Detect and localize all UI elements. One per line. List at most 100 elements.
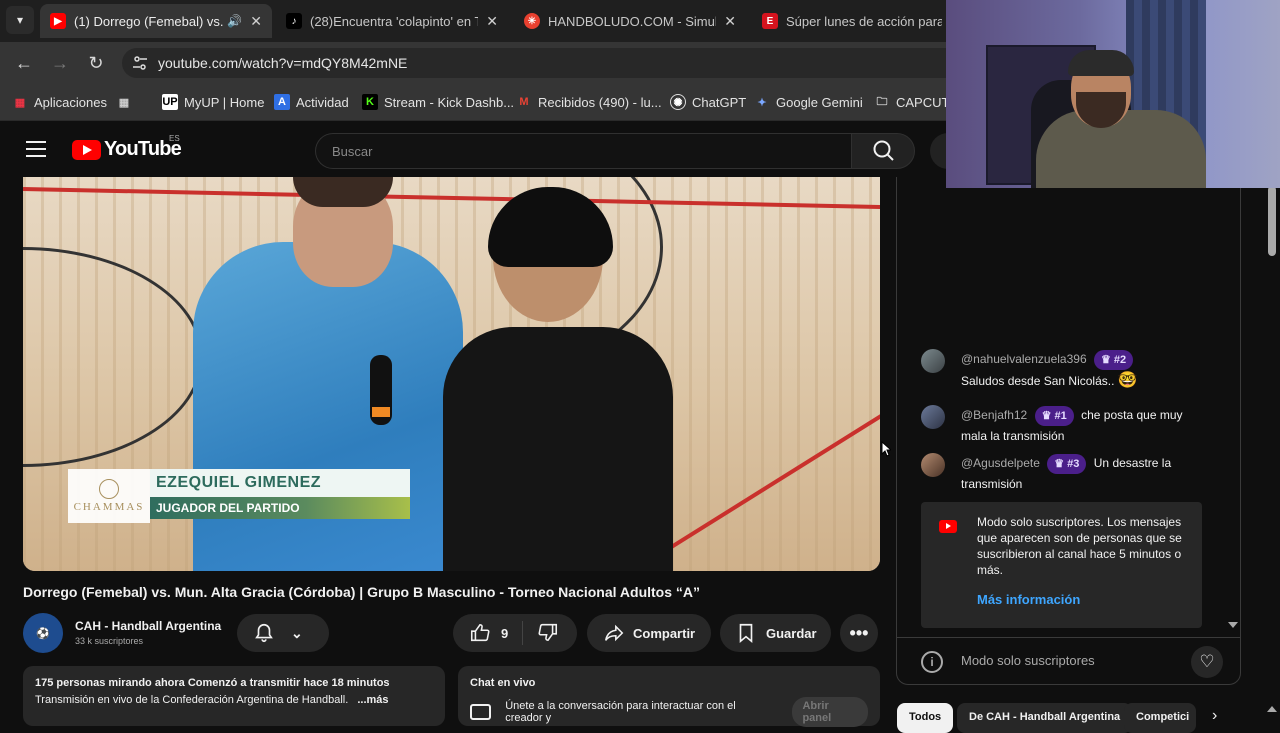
- bookmark-capcut[interactable]: 🗀 CAPCUT: [874, 93, 950, 111]
- description-more-link[interactable]: ...más: [357, 694, 388, 706]
- crown-icon: ♛: [1100, 354, 1114, 366]
- browser-tab-espn[interactable]: E Súper lunes de acción para Las: [752, 4, 952, 38]
- folder-icon: 🗀: [876, 95, 888, 108]
- chat-author[interactable]: @Agusdelpete: [961, 456, 1040, 470]
- reload-icon[interactable]: ↻: [86, 53, 106, 73]
- handboludo-icon: ✳: [524, 13, 540, 29]
- bookmark-icon: [739, 623, 753, 644]
- interviewer-body: [443, 327, 673, 571]
- gemini-icon: ✦: [757, 96, 767, 109]
- youtube-logo[interactable]: YouTube ES: [72, 134, 182, 161]
- chat-avatar[interactable]: [921, 453, 945, 477]
- speaker-icon[interactable]: 🔊: [227, 14, 242, 28]
- scroll-up-arrow[interactable]: [1267, 706, 1277, 712]
- chip-todos[interactable]: Todos: [897, 703, 954, 733]
- scroll-down-arrow[interactable]: [1228, 622, 1238, 628]
- crown-icon: ♛: [1041, 410, 1055, 422]
- espn-icon: E: [762, 13, 778, 29]
- chat-scrollbar[interactable]: [1228, 186, 1238, 636]
- share-button[interactable]: Compartir: [587, 614, 711, 652]
- dislike-button[interactable]: [537, 621, 559, 646]
- chevron-right-icon[interactable]: ›: [1212, 707, 1217, 725]
- browser-tab-tiktok[interactable]: ♪ (28)Encuentra 'colapinto' en Tik ✕: [276, 4, 508, 38]
- chat-avatar[interactable]: [921, 405, 945, 429]
- heart-icon[interactable]: ♡: [1191, 646, 1223, 678]
- search-icon: [873, 140, 894, 161]
- close-tab-icon[interactable]: ✕: [250, 13, 262, 30]
- hamburger-menu-icon[interactable]: [26, 141, 46, 157]
- url-text: youtube.com/watch?v=mdQY8M42mNE: [158, 55, 408, 71]
- forward-arrow-icon[interactable]: →: [50, 53, 70, 73]
- back-arrow-icon[interactable]: ←: [14, 53, 34, 73]
- youtube-play-icon: [72, 139, 101, 160]
- streamer-webcam-overlay: [946, 0, 1280, 188]
- close-tab-icon[interactable]: ✕: [486, 13, 498, 30]
- video-player[interactable]: CHAMMAS EZEQUIEL GIMENEZ JUGADOR DEL PAR…: [23, 177, 880, 571]
- close-tab-icon[interactable]: ✕: [724, 13, 736, 30]
- chat-author[interactable]: @Benjafh12: [961, 408, 1027, 422]
- openai-icon: ✺: [670, 94, 686, 110]
- page-scrollbar[interactable]: [1266, 186, 1278, 716]
- bookmark-gemini[interactable]: ✦ Google Gemini: [754, 93, 862, 111]
- chip-competitions[interactable]: Competici: [1124, 703, 1196, 733]
- divider: [522, 621, 524, 645]
- bookmark-grid[interactable]: ▦: [116, 93, 138, 111]
- kick-icon: K: [362, 94, 378, 110]
- channel-avatar[interactable]: ⚽: [23, 613, 63, 653]
- bell-icon: [255, 623, 273, 643]
- save-button[interactable]: Guardar: [720, 614, 831, 652]
- rank-badge: ♛ #2: [1093, 350, 1134, 370]
- activity-icon: A: [274, 94, 290, 110]
- scroll-thumb[interactable]: [1268, 186, 1276, 256]
- channel-name[interactable]: CAH - Handball Argentina: [75, 619, 221, 633]
- search-input[interactable]: Buscar: [315, 133, 851, 169]
- tiktok-icon: ♪: [286, 13, 302, 29]
- open-panel-button[interactable]: Abrir panel: [792, 697, 868, 727]
- bookmark-aplicaciones[interactable]: ▦ Aplicaciones: [12, 93, 107, 111]
- thumbs-down-icon: [538, 623, 558, 641]
- address-bar[interactable]: youtube.com/watch?v=mdQY8M42mNE: [122, 48, 1022, 78]
- nerd-emoji: 🤓: [1117, 372, 1138, 389]
- notifications-button[interactable]: ⌄: [237, 614, 329, 652]
- overlay-player-name: EZEQUIEL GIMENEZ: [150, 469, 410, 497]
- like-button[interactable]: 9: [469, 622, 508, 644]
- player-hair: [293, 177, 393, 207]
- thumbs-up-icon: [470, 623, 490, 642]
- channel-subscribers: 33 k suscriptores: [75, 636, 144, 646]
- browser-tab-youtube[interactable]: ▶ (1) Dorrego (Femebal) vs. M 🔊 ✕: [40, 4, 272, 38]
- subscribers-only-notice: Modo solo suscriptores. Los mensajes que…: [921, 502, 1202, 628]
- chip-channel[interactable]: De CAH - Handball Argentina: [957, 703, 1133, 733]
- chat-message: @Benjafh12 ♛ #1 che posta que muy mala l…: [921, 405, 1211, 449]
- chat-bubble-icon: [470, 704, 492, 720]
- more-actions-button[interactable]: •••: [840, 614, 878, 652]
- chat-avatar[interactable]: [921, 349, 945, 373]
- bookmark-kick[interactable]: K Stream - Kick Dashb...: [362, 93, 514, 111]
- more-dots-icon: •••: [849, 622, 869, 643]
- gmail-icon: M: [519, 96, 529, 108]
- live-chat-panel: @nahuelvalenzuela396 ♛ #2 Saludos desde …: [896, 177, 1241, 685]
- tab-search-dropdown[interactable]: ▾: [6, 6, 34, 34]
- streamer-body: [1036, 110, 1206, 188]
- more-info-link[interactable]: Más información: [977, 592, 1080, 607]
- site-settings-icon[interactable]: [132, 55, 148, 71]
- microphone: [370, 355, 392, 425]
- video-title: Dorrego (Femebal) vs. Mun. Alta Gracia (…: [23, 584, 701, 600]
- youtube-icon: ▶: [50, 13, 66, 29]
- bookmark-actividad[interactable]: A Actividad: [274, 93, 349, 111]
- bookmark-gmail[interactable]: M Recibidos (490) - lu...: [516, 93, 661, 111]
- info-icon[interactable]: i: [921, 651, 943, 673]
- browser-tab-handboludo[interactable]: ✳ HANDBOLUDO.COM - Simulá tu ✕: [514, 4, 746, 38]
- rank-badge: ♛ #3: [1047, 454, 1087, 474]
- chat-message: @Agusdelpete ♛ #3 Un desastre la transmi…: [921, 453, 1211, 497]
- bookmark-chatgpt[interactable]: ✺ ChatGPT: [670, 93, 746, 111]
- apps-grid-icon: ▦: [14, 96, 26, 109]
- description-box[interactable]: 175 personas mirando ahora Comenzó a tra…: [23, 666, 445, 726]
- bookmark-myup[interactable]: UP MyUP | Home: [162, 93, 264, 111]
- up-icon: UP: [162, 94, 178, 110]
- crown-icon: ♛: [1054, 458, 1068, 470]
- sponsor-logo: CHAMMAS: [68, 469, 150, 523]
- crest-icon: [99, 479, 119, 499]
- chevron-down-icon: ▾: [16, 13, 24, 27]
- search-button[interactable]: [851, 133, 915, 169]
- chat-author[interactable]: @nahuelvalenzuela396: [961, 352, 1087, 366]
